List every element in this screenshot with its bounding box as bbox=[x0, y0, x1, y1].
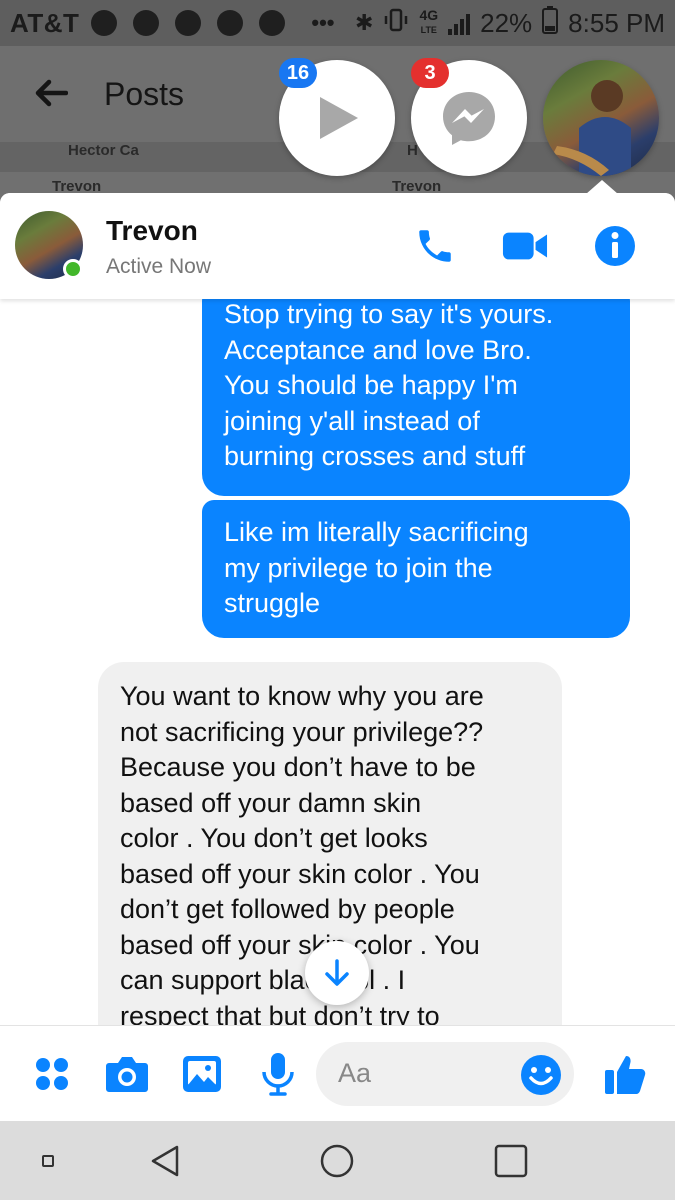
message-line: joining y'all instead of bbox=[224, 405, 480, 436]
like-button[interactable] bbox=[603, 1052, 647, 1096]
thumbs-up-icon bbox=[605, 1056, 646, 1094]
status-bar: AT&T ••• ✱ 4G LTE 22% 8:55 PM bbox=[0, 0, 675, 46]
network-type-label: 4G bbox=[419, 7, 439, 23]
message-bubble-outgoing[interactable]: Like im literally sacrificing my privile… bbox=[202, 500, 630, 638]
message-input[interactable]: Aa bbox=[316, 1042, 574, 1106]
notification-badge: 3 bbox=[411, 58, 449, 88]
battery-icon bbox=[542, 5, 559, 41]
gallery-icon bbox=[183, 1056, 221, 1092]
posts-title: Posts bbox=[104, 75, 185, 112]
more-notifications-icon: ••• bbox=[311, 10, 335, 35]
video-play-icon bbox=[320, 97, 358, 139]
android-nav-bar bbox=[0, 1121, 675, 1200]
message-line: You want to know why you are bbox=[120, 681, 484, 711]
apps-icon bbox=[36, 1058, 68, 1090]
phone-icon bbox=[419, 230, 451, 262]
message-line: don’t get followed by people bbox=[120, 894, 455, 924]
carrier-label: AT&T bbox=[10, 7, 80, 38]
vibrate-icon bbox=[383, 7, 409, 40]
fire-icon bbox=[133, 10, 160, 36]
notification-icon bbox=[91, 10, 118, 36]
chat-head-videos[interactable]: 16 bbox=[279, 58, 395, 176]
message-line: based off your damn skin bbox=[120, 787, 422, 818]
fire-icon bbox=[175, 10, 202, 36]
message-line: not sacrificing your privilege?? bbox=[120, 716, 484, 747]
message-line: Acceptance and love Bro. bbox=[224, 334, 532, 365]
microphone-button[interactable] bbox=[256, 1052, 300, 1096]
contact-status: Active Now bbox=[106, 255, 212, 278]
active-status-dot bbox=[63, 259, 83, 279]
message-composer: Aa bbox=[0, 1025, 675, 1121]
back-arrow-icon[interactable] bbox=[34, 72, 104, 117]
message-bubble-outgoing[interactable]: Stop trying to say it's yours. Acceptanc… bbox=[202, 279, 630, 496]
avatar bbox=[553, 80, 631, 176]
phone-call-button[interactable] bbox=[412, 223, 458, 269]
message-line: Like im literally sacrificing bbox=[224, 517, 529, 547]
scroll-to-bottom-button[interactable] bbox=[305, 941, 369, 1005]
camera-button[interactable] bbox=[105, 1052, 149, 1096]
message-line: You should be happy I'm bbox=[224, 370, 518, 400]
recent-apps-small-button[interactable] bbox=[28, 1141, 68, 1181]
info-icon bbox=[595, 226, 635, 266]
message-line: Because you don’t have to be bbox=[120, 752, 476, 782]
chat-panel: Trevon Active Now Stop trying to say it'… bbox=[0, 193, 675, 1121]
message-input-placeholder: Aa bbox=[338, 1058, 372, 1088]
contact-name[interactable]: Trevon bbox=[106, 215, 198, 247]
message-line: based off your skin color . You bbox=[120, 858, 480, 889]
message-bubble-incoming[interactable]: You want to know why you are not sacrifi… bbox=[98, 662, 562, 1082]
network-sub-label: LTE bbox=[420, 25, 437, 35]
message-line: color . You don’t get looks bbox=[120, 823, 428, 853]
nav-back-icon bbox=[151, 1145, 179, 1177]
strip-name: H bbox=[407, 142, 418, 159]
message-line: burning crosses and stuff bbox=[224, 441, 526, 471]
chat-head-pointer bbox=[586, 180, 618, 194]
emoji-icon bbox=[521, 1055, 561, 1095]
video-call-button[interactable] bbox=[502, 223, 548, 269]
nav-home-icon bbox=[320, 1144, 354, 1178]
chat-head-messenger[interactable]: 3 bbox=[411, 58, 527, 176]
bluetooth-icon: ✱ bbox=[355, 10, 374, 35]
message-line: my privilege to join the bbox=[224, 552, 493, 583]
message-line: Stop trying to say it's yours. bbox=[224, 299, 554, 329]
apps-button[interactable] bbox=[30, 1052, 74, 1096]
message-line: struggle bbox=[224, 588, 321, 618]
nav-back-button[interactable] bbox=[145, 1141, 185, 1181]
camera-icon bbox=[106, 1057, 148, 1092]
nav-recents-icon bbox=[494, 1144, 528, 1178]
clock: 8:55 PM bbox=[568, 7, 665, 38]
strip-name: Hector Ca bbox=[68, 142, 139, 159]
arrow-down-icon bbox=[325, 959, 349, 986]
microphone-icon bbox=[262, 1053, 294, 1096]
reddit-icon bbox=[217, 10, 244, 36]
gallery-button[interactable] bbox=[180, 1052, 224, 1096]
video-call-icon bbox=[502, 232, 548, 260]
signal-icon bbox=[448, 11, 471, 35]
conversation-info-button[interactable] bbox=[592, 223, 638, 269]
messenger-icon bbox=[443, 92, 495, 145]
reddit-icon bbox=[259, 10, 286, 36]
chat-head-trevon-avatar[interactable] bbox=[543, 60, 659, 176]
nav-recents-button[interactable] bbox=[491, 1141, 531, 1181]
small-square-icon bbox=[42, 1155, 54, 1167]
emoji-button[interactable] bbox=[520, 1054, 562, 1101]
chat-header: Trevon Active Now bbox=[0, 193, 675, 299]
battery-percent: 22% bbox=[480, 7, 533, 38]
notification-badge: 16 bbox=[279, 58, 317, 88]
nav-home-button[interactable] bbox=[317, 1141, 357, 1181]
